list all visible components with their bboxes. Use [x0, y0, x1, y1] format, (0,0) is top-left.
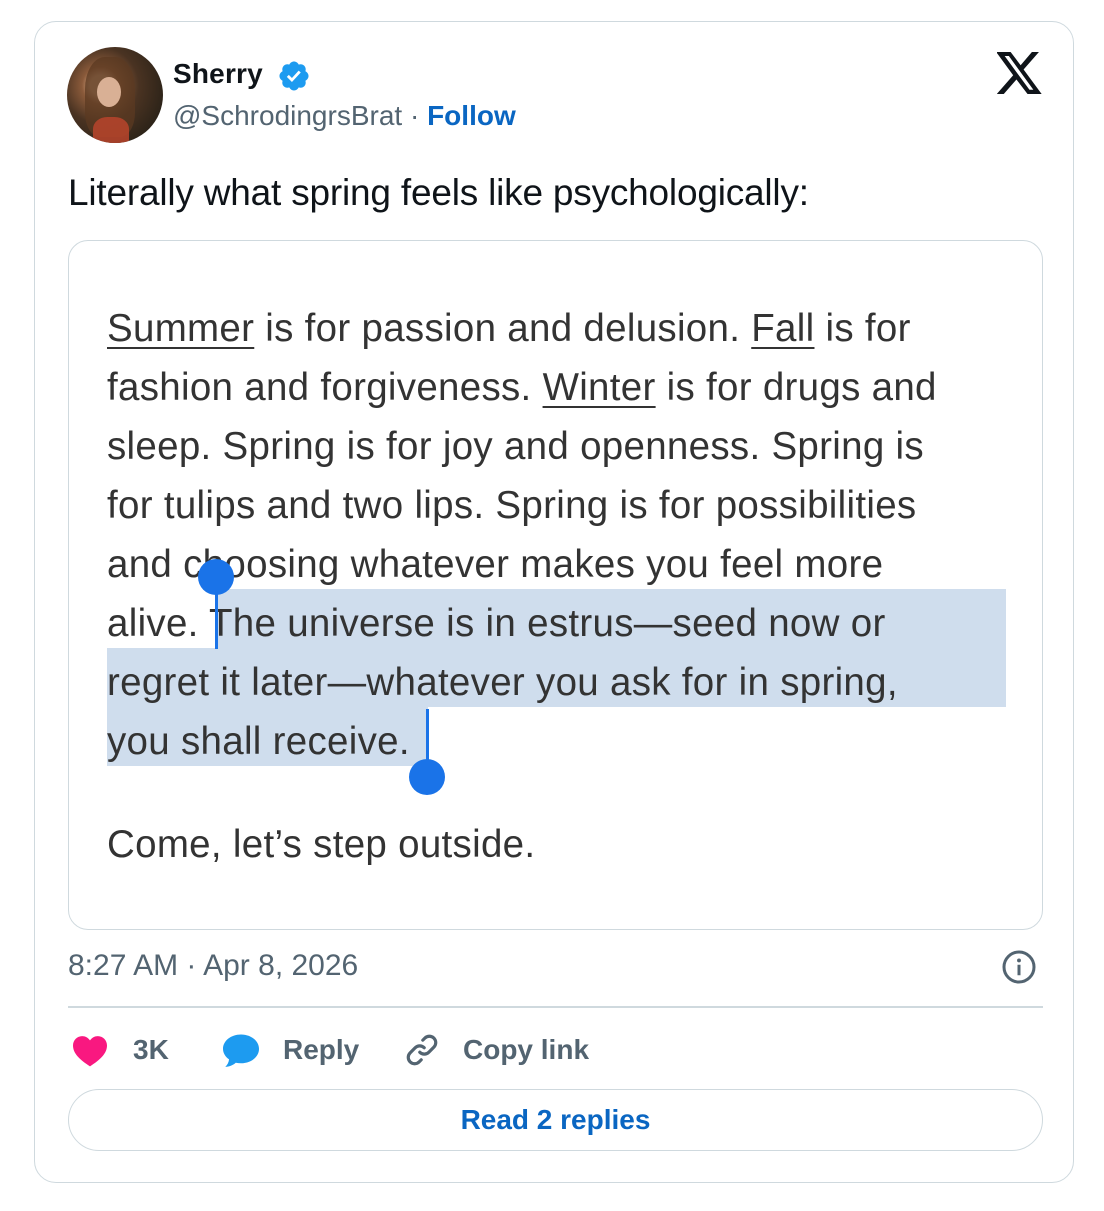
- excerpt-line: alive. The universe is in estrus—seed no…: [107, 594, 1027, 653]
- selected-text[interactable]: you shall receive.: [107, 712, 1027, 771]
- read-replies-button[interactable]: Read 2 replies: [68, 1089, 1043, 1151]
- verified-badge-icon: [279, 61, 309, 91]
- copy-link-button[interactable]: Copy link: [403, 1028, 589, 1072]
- excerpt-text: Summer is for passion and delusion. Fall…: [107, 299, 1027, 771]
- info-icon[interactable]: [1001, 949, 1037, 985]
- embedded-image[interactable]: Summer is for passion and delusion. Fall…: [68, 240, 1043, 930]
- divider: [68, 1006, 1043, 1008]
- author-handle[interactable]: @SchrodingrsBrat: [173, 100, 402, 131]
- excerpt-closing: Come, let’s step outside.: [107, 823, 536, 866]
- underlined-word: Winter: [542, 366, 656, 409]
- excerpt-line: fashion and forgiveness. Winter is for d…: [107, 358, 1027, 417]
- excerpt-line: for tulips and two lips. Spring is for p…: [107, 484, 917, 527]
- heart-icon: [73, 1036, 107, 1067]
- like-button[interactable]: 3K: [71, 1028, 169, 1072]
- separator: ·: [409, 100, 420, 131]
- tweet-time: 8:27 AM: [68, 949, 179, 982]
- avatar[interactable]: [67, 47, 163, 143]
- underlined-word: Fall: [751, 307, 815, 350]
- x-logo-icon[interactable]: [997, 52, 1043, 94]
- link-icon: [406, 1034, 438, 1066]
- separator: ·: [186, 949, 197, 982]
- author-name[interactable]: Sherry: [173, 58, 263, 90]
- excerpt-fragment: alive.: [107, 602, 209, 645]
- reply-bubble-icon: [223, 1034, 259, 1067]
- selected-text[interactable]: The universe is in estrus—seed now or: [209, 602, 886, 645]
- reply-label: Reply: [283, 1034, 360, 1065]
- tweet-text: Literally what spring feels like psychol…: [68, 172, 809, 213]
- excerpt-line: sleep. Spring is for joy and openness. S…: [107, 425, 924, 468]
- selection-end-handle[interactable]: [409, 759, 445, 795]
- copy-link-label: Copy link: [463, 1034, 590, 1065]
- handle-row: @SchrodingrsBrat · Follow: [173, 100, 516, 132]
- selection-start-handle[interactable]: [198, 559, 234, 595]
- timestamp[interactable]: 8:27 AM · Apr 8, 2026: [68, 949, 358, 983]
- reply-button[interactable]: Reply: [221, 1028, 359, 1072]
- follow-button[interactable]: Follow: [427, 100, 516, 131]
- underlined-word: Summer: [107, 307, 255, 350]
- excerpt-fragment: is for passion and delusion.: [254, 307, 752, 350]
- like-count: 3K: [133, 1034, 169, 1065]
- excerpt-line: Summer is for passion and delusion. Fall…: [107, 299, 1027, 358]
- tweet-date: Apr 8, 2026: [203, 949, 359, 982]
- excerpt-fragment: is for drugs and: [655, 366, 937, 409]
- excerpt-fragment: is for: [814, 307, 911, 350]
- excerpt-fragment: fashion and forgiveness.: [107, 366, 543, 409]
- tweet-card: Sherry @SchrodingrsBrat · Follow Literal…: [34, 21, 1074, 1183]
- excerpt-line: and choosing whatever makes you feel mor…: [107, 543, 884, 586]
- selected-text[interactable]: regret it later—whatever you ask for in …: [107, 653, 1027, 712]
